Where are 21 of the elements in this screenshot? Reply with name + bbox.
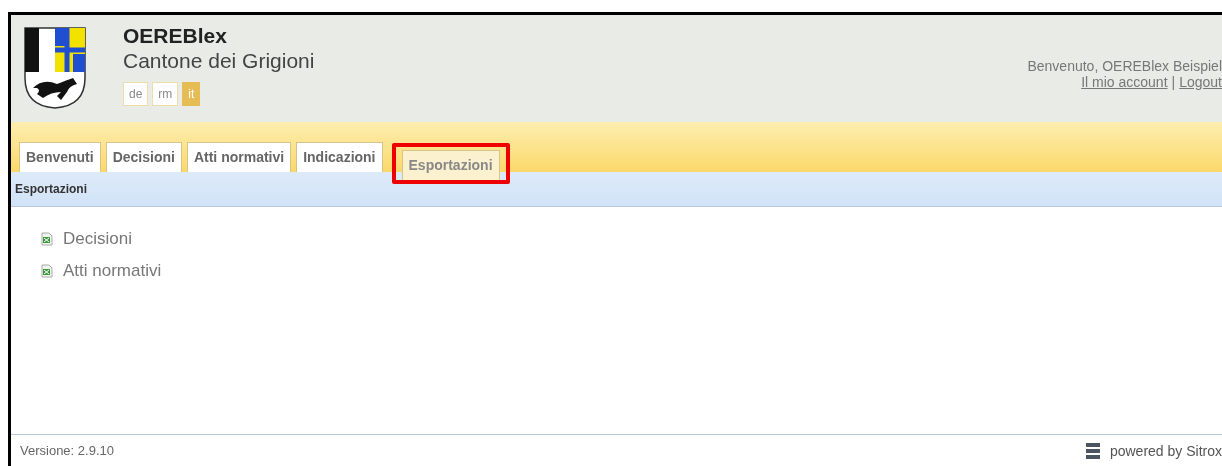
tab[interactable]: Decisioni (105, 142, 182, 172)
tab[interactable]: Atti normativi (186, 142, 292, 172)
welcome-text: Benvenuto, OEREBlex Beispiel (1027, 58, 1222, 74)
logout-link[interactable]: Logout (1179, 74, 1222, 90)
tab[interactable]: Indicazioni (296, 142, 383, 172)
breadcrumb: Esportazioni (15, 182, 87, 196)
account-link[interactable]: Il mio account (1081, 74, 1168, 90)
version-text: Versione: 2.9.10 (20, 443, 114, 458)
export-link[interactable]: Decisioni (63, 229, 132, 249)
canton-name: Cantone dei Grigioni (123, 49, 315, 73)
language-button[interactable]: rm (152, 82, 179, 106)
app-title: OEREBlex (123, 24, 228, 48)
powered-by-text: powered by Sitrox (1109, 442, 1222, 459)
tab[interactable]: Benvenuti (19, 142, 101, 172)
export-link[interactable]: Atti normativi (63, 261, 162, 281)
tab[interactable]: Esportazioni (401, 150, 500, 180)
spreadsheet-icon (41, 232, 53, 246)
link-separator: | (1171, 74, 1176, 90)
language-button[interactable]: de (123, 82, 149, 106)
spreadsheet-icon (41, 264, 53, 278)
sitrox-logo-icon (1083, 440, 1102, 461)
